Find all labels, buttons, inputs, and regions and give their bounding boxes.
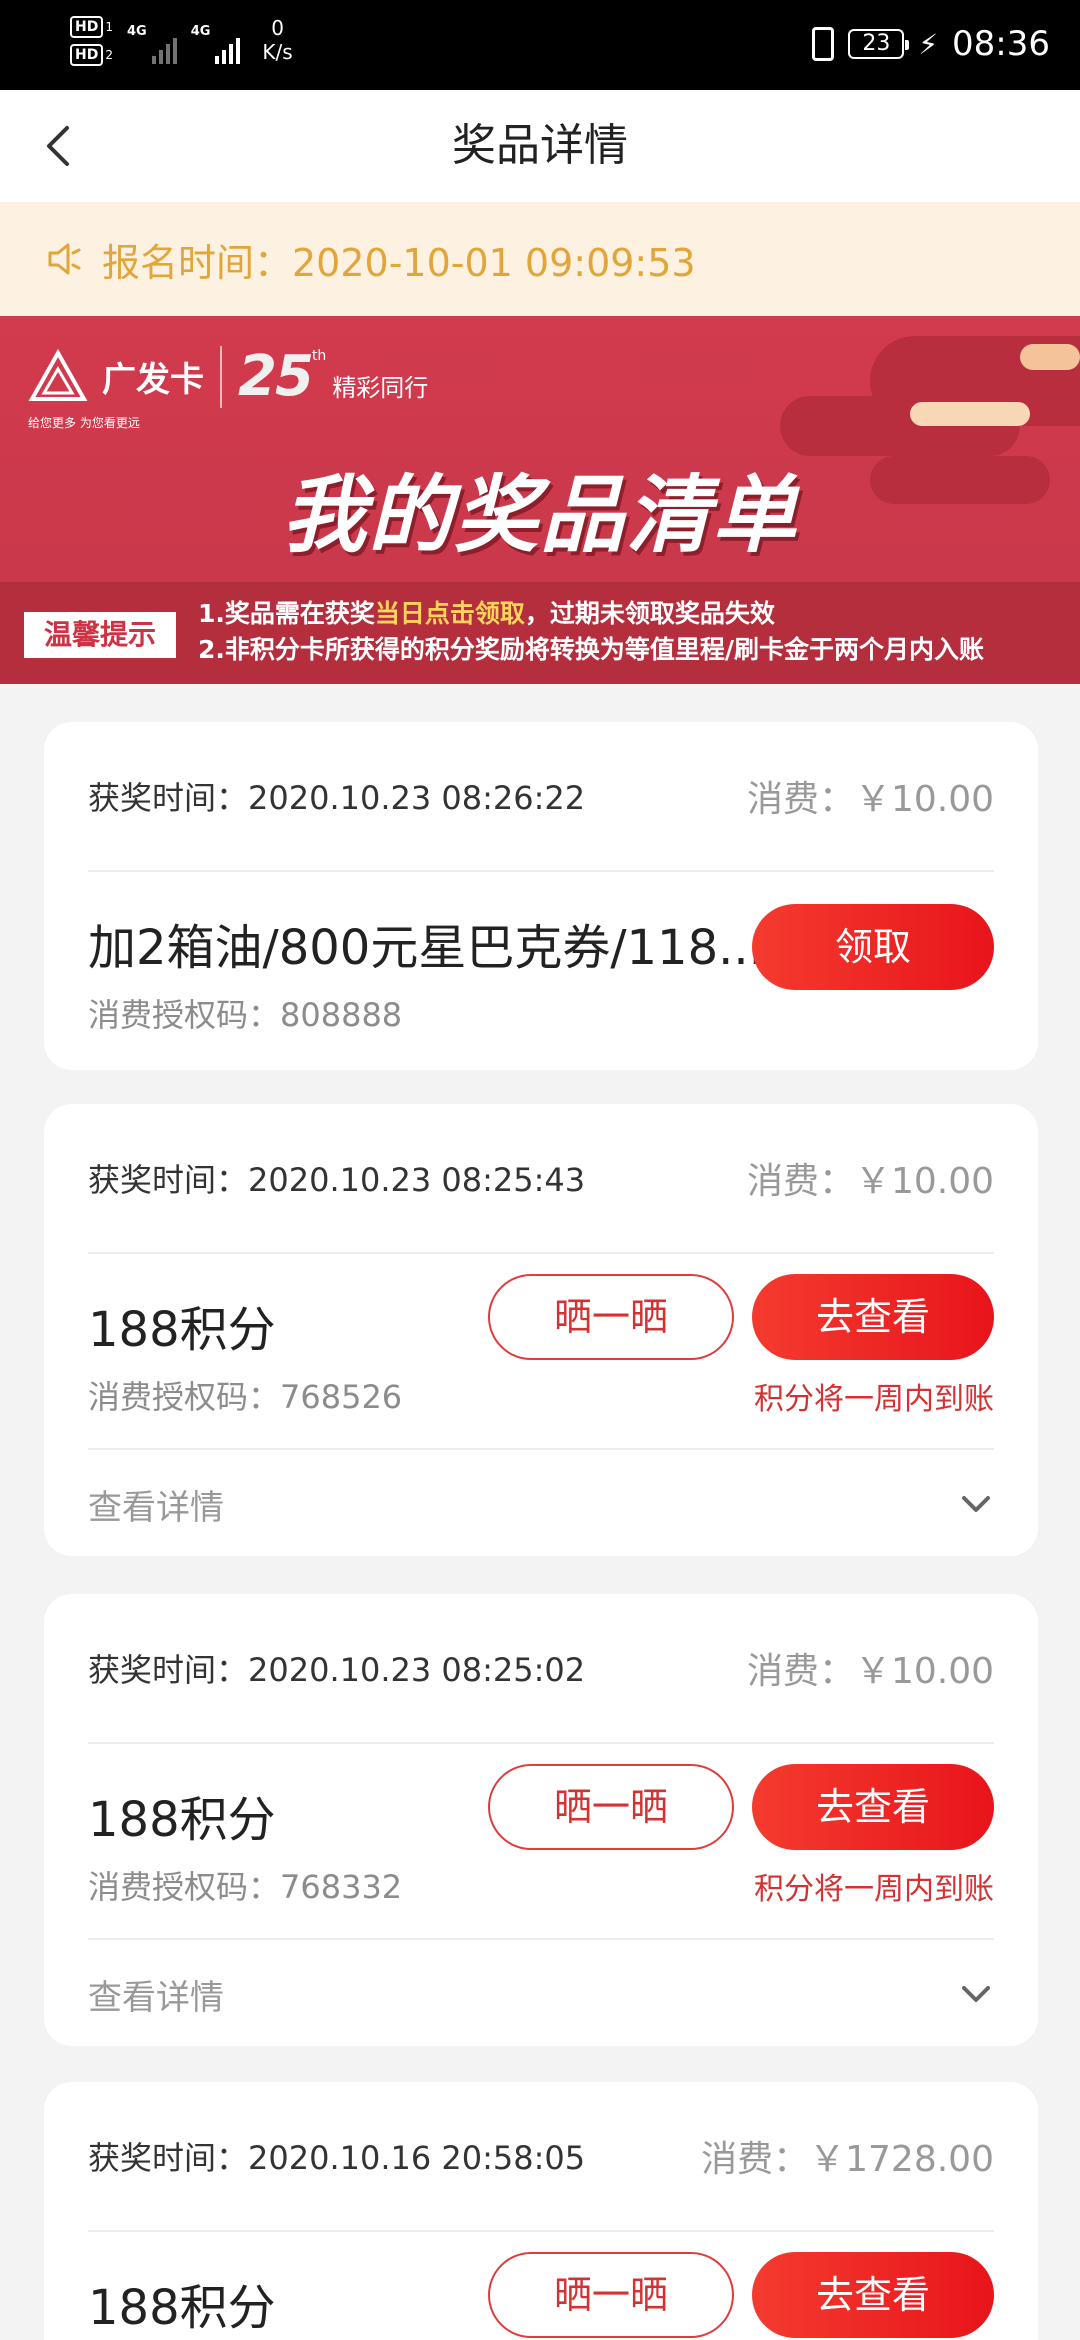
registration-time: 报名时间：2020-10-01 09:09:53	[102, 240, 696, 285]
speed-unit: K/s	[262, 40, 293, 64]
share-button[interactable]: 晒一晒	[488, 1274, 734, 1360]
points-note: 积分将一周内到账	[754, 1382, 994, 1417]
view-details-label: 查看详情	[88, 1487, 224, 1528]
prize-banner: 广发卡 给您更多 为您看更远 25 th 精彩同行 我的奖品清单 温馨提示 1.…	[0, 316, 1080, 684]
speed-value: 0	[271, 16, 284, 40]
prize-name: 188积分	[88, 2280, 276, 2336]
tip-text: ，过期未领取奖品失效	[524, 599, 775, 628]
network-speed: 0 K/s	[262, 16, 292, 64]
auth-code: 消费授权码：768332	[88, 1868, 403, 1906]
brand-logo: 广发卡 给您更多 为您看更远 25 th 精彩同行	[28, 344, 429, 430]
view-button[interactable]: 去查看	[752, 1764, 994, 1850]
speaker-icon	[48, 243, 81, 275]
share-button[interactable]: 晒一晒	[488, 1764, 734, 1850]
brand-name: 广发卡	[102, 360, 204, 400]
network-type-label: 4G	[190, 24, 211, 39]
anniversary-number: 25	[238, 344, 314, 409]
card-header: 获奖时间：2020.10.23 08:26:22 消费：￥10.00	[88, 722, 994, 872]
points-note: 积分将一周内到账	[754, 1872, 994, 1907]
anniversary-slogan: 精彩同行	[332, 374, 429, 402]
auth-code: 消费授权码：808888	[88, 996, 403, 1034]
prize-name: 188积分	[88, 1792, 276, 1848]
cost-amount: 消费：￥1728.00	[701, 2139, 994, 2180]
tip-highlight: 当日点击领取	[374, 599, 525, 628]
status-bar: HD 1 HD 2 4G 4G 0 K/s 23 ⚡ 08:36	[0, 0, 1080, 90]
view-button[interactable]: 去查看	[752, 2252, 994, 2338]
card-header: 获奖时间：2020.10.16 20:58:05 消费：￥1728.00	[88, 2082, 994, 2232]
auth-code: 消费授权码：768526	[88, 1378, 403, 1416]
tip-text: 1.奖品需在获奖	[198, 599, 375, 628]
cost-amount: 消费：￥10.00	[746, 1651, 994, 1692]
prize-name: 188积分	[88, 1302, 276, 1358]
view-details-row[interactable]: 查看详情	[88, 1448, 994, 1558]
battery-icon: 23	[848, 29, 910, 59]
card-header: 获奖时间：2020.10.23 08:25:02 消费：￥10.00	[88, 1594, 994, 1744]
hd-indicators: HD 1 HD 2	[70, 16, 113, 66]
anniversary-suffix: th	[311, 348, 327, 364]
prize-card: 获奖时间：2020.10.16 20:58:05 消费：￥1728.00 188…	[44, 2082, 1038, 2340]
banner-decoration	[1020, 344, 1080, 370]
chevron-down-icon	[962, 1496, 990, 1512]
view-details-row[interactable]: 查看详情	[88, 1938, 994, 2048]
network-type-label: 4G	[126, 24, 147, 39]
page-title: 奖品详情	[452, 120, 628, 171]
charging-icon: ⚡	[918, 27, 939, 61]
tips-band: 温馨提示 1.奖品需在获奖当日点击领取，过期未领取奖品失效 2.非积分卡所获得的…	[0, 582, 1080, 684]
signal-icon: 4G	[127, 24, 177, 64]
tip-line-1: 1.奖品需在获奖当日点击领取，过期未领取奖品失效	[198, 596, 984, 632]
win-time: 获奖时间：2020.10.16 20:58:05	[88, 2139, 586, 2177]
win-time: 获奖时间：2020.10.23 08:25:02	[88, 1651, 586, 1689]
prize-card: 获奖时间：2020.10.23 08:25:02 消费：￥10.00 188积分…	[44, 1594, 1038, 2046]
brand-divider	[220, 345, 222, 408]
prize-card: 获奖时间：2020.10.23 08:26:22 消费：￥10.00 加2箱油/…	[44, 722, 1038, 1070]
hd-sub-label: 1	[105, 20, 113, 34]
nav-header: 奖品详情	[0, 90, 1080, 202]
vibrate-icon	[812, 27, 835, 61]
share-button[interactable]: 晒一晒	[488, 2252, 734, 2338]
hd-label: HD	[70, 44, 104, 66]
brand-tagline: 给您更多 为您看更远	[28, 416, 140, 430]
hd-label: HD	[70, 16, 104, 38]
hd-sub-label: 2	[105, 48, 113, 62]
triangle-logo-icon	[28, 348, 88, 401]
win-time: 获奖时间：2020.10.23 08:26:22	[88, 779, 586, 817]
hd-indicator-2: HD 2	[70, 44, 113, 66]
cost-amount: 消费：￥10.00	[746, 1161, 994, 1202]
claim-button[interactable]: 领取	[752, 904, 994, 990]
win-time: 获奖时间：2020.10.23 08:25:43	[88, 1161, 586, 1199]
status-left: HD 1 HD 2 4G 4G 0 K/s	[70, 16, 293, 66]
view-button[interactable]: 去查看	[752, 1274, 994, 1360]
card-header: 获奖时间：2020.10.23 08:25:43 消费：￥10.00	[88, 1104, 994, 1254]
prize-name: 加2箱油/800元星巴克券/118...	[88, 920, 764, 976]
clock: 08:36	[952, 24, 1050, 64]
banner-title: 我的奖品清单	[281, 466, 798, 564]
cost-amount: 消费：￥10.00	[746, 779, 994, 820]
chevron-down-icon	[962, 1986, 990, 2002]
registration-notice: 报名时间：2020-10-01 09:09:53	[0, 202, 1080, 316]
view-details-label: 查看详情	[88, 1977, 224, 2018]
status-right: 23 ⚡ 08:36	[812, 24, 1050, 64]
hd-indicator-1: HD 1	[70, 16, 113, 38]
banner-decoration	[910, 402, 1030, 426]
signal-icon: 4G	[191, 24, 241, 64]
tips-text: 1.奖品需在获奖当日点击领取，过期未领取奖品失效 2.非积分卡所获得的积分奖励将…	[198, 596, 984, 668]
tips-tag: 温馨提示	[24, 612, 176, 658]
prize-card: 获奖时间：2020.10.23 08:25:43 消费：￥10.00 188积分…	[44, 1104, 1038, 1556]
tip-line-2: 2.非积分卡所获得的积分奖励将转换为等值里程/刷卡金于两个月内入账	[198, 635, 985, 664]
